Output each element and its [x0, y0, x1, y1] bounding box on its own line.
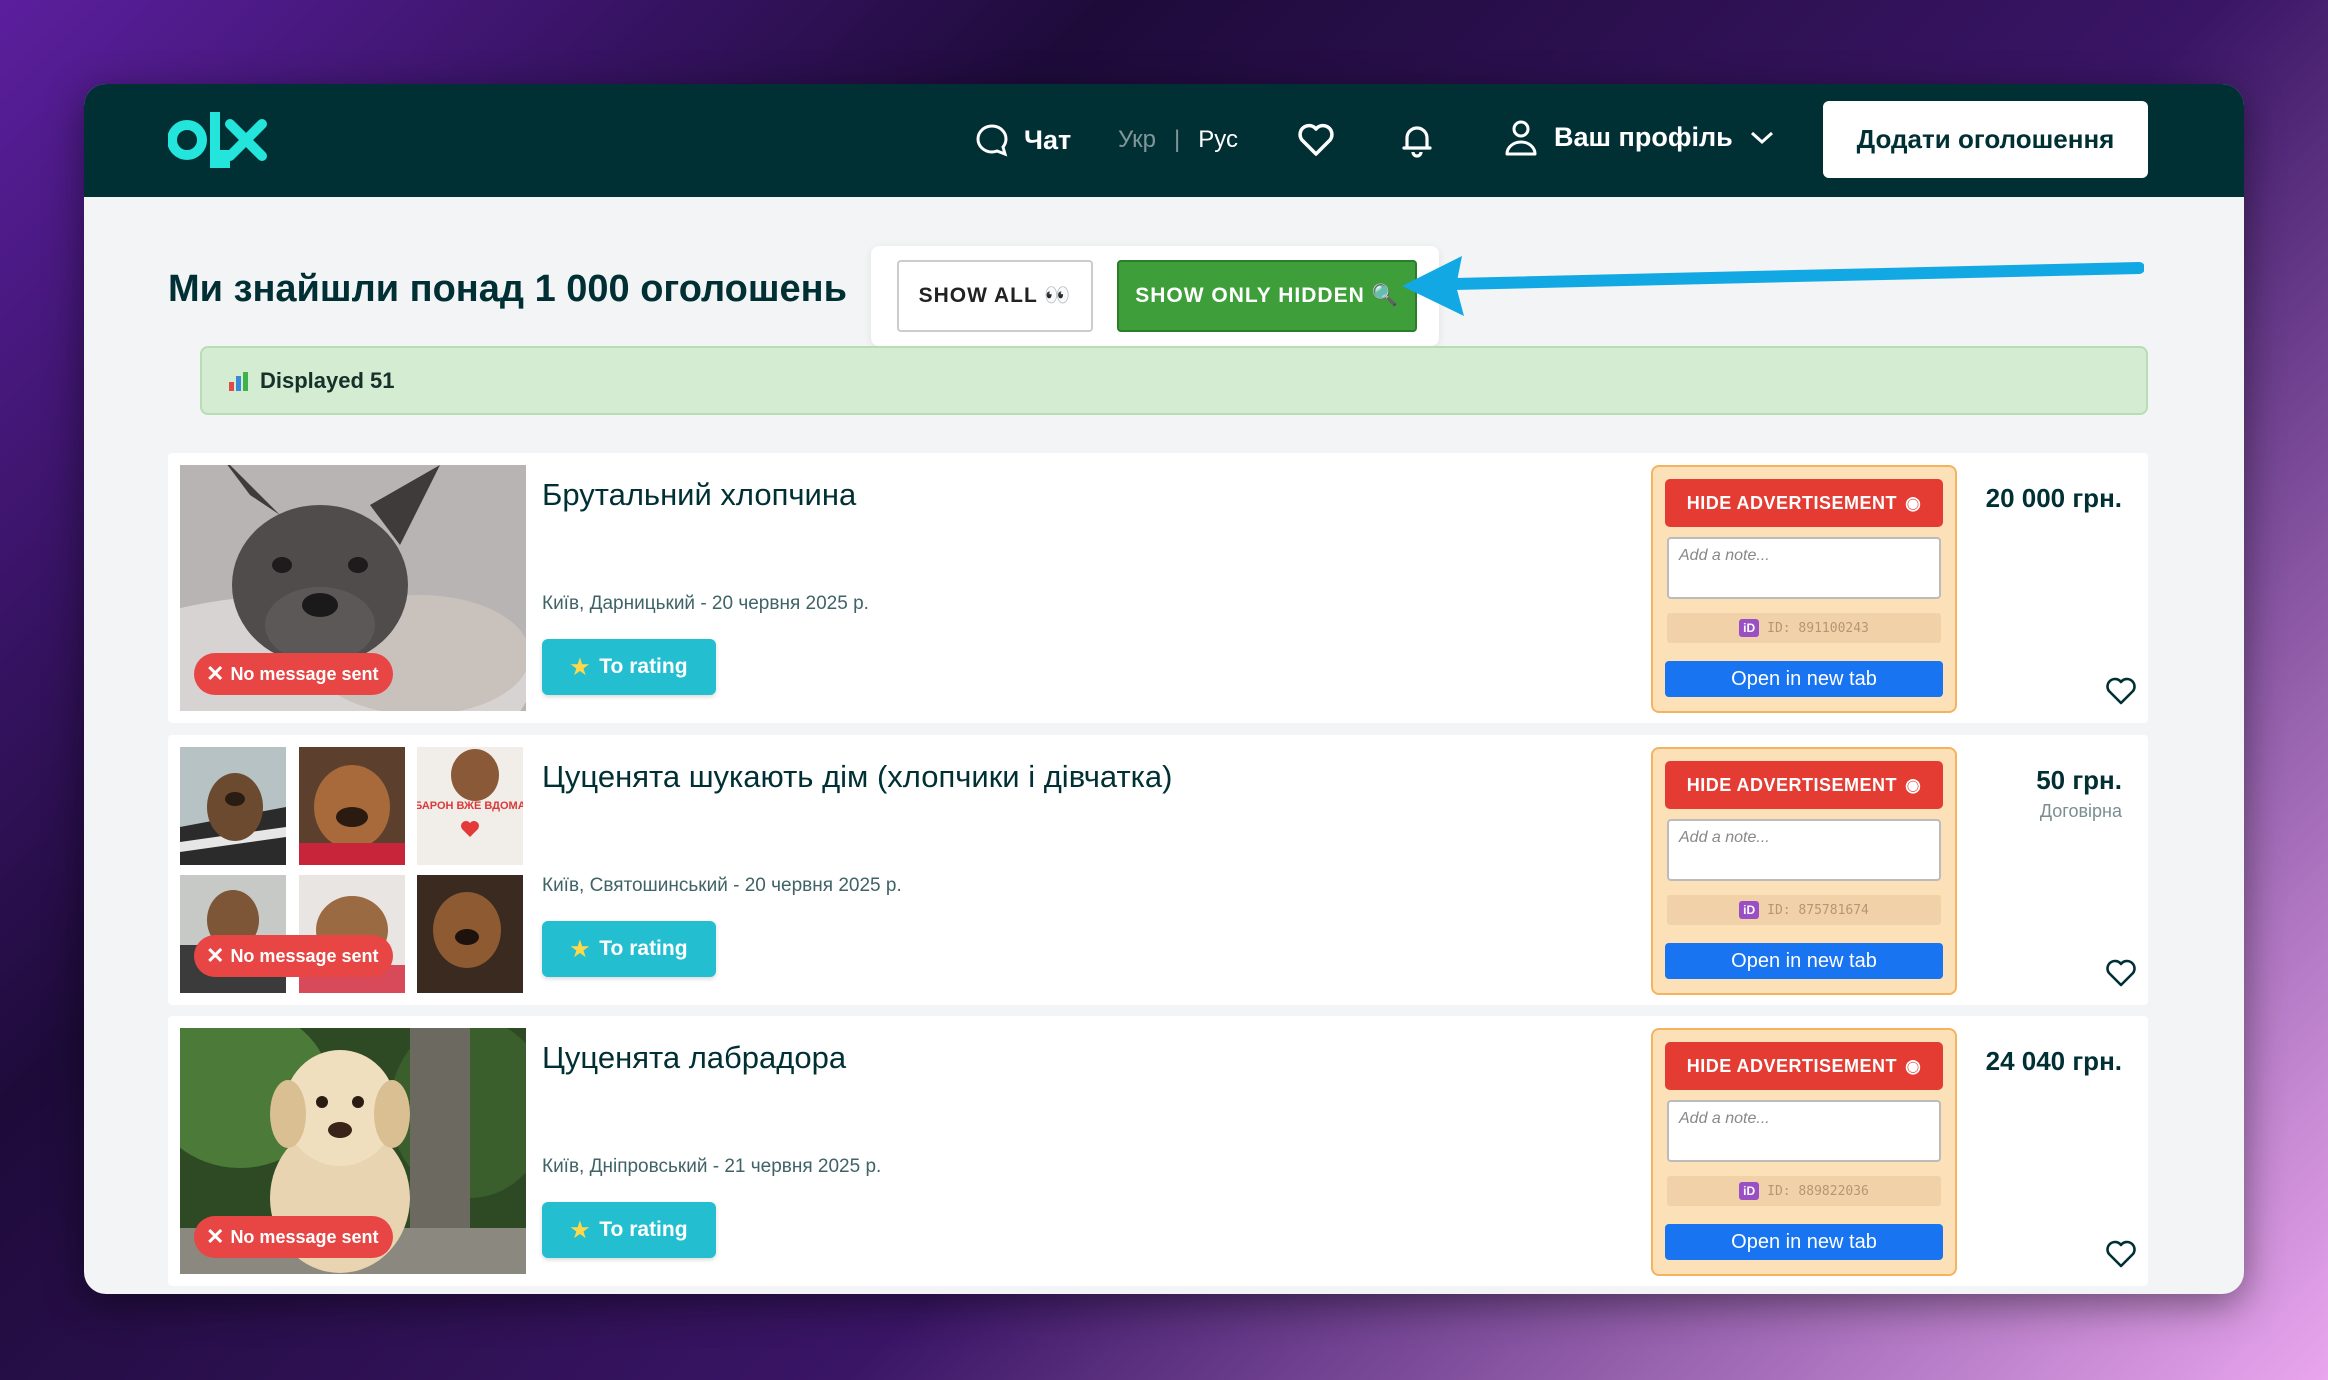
- to-rating-button[interactable]: ★ To rating: [542, 639, 716, 695]
- displayed-count: Displayed 51: [260, 367, 395, 393]
- photo-caption: БАРОН ВЖЕ ВДОМА: [417, 800, 523, 812]
- eye-icon: ◉: [1905, 492, 1922, 513]
- listing-card: ✕ No message sent Брутальний хлопчина Киї…: [168, 453, 2148, 723]
- no-message-badge: ✕ No message sent: [194, 935, 393, 977]
- bar-chart-icon: [229, 371, 248, 391]
- note-input[interactable]: Add a note...: [1667, 819, 1941, 881]
- chevron-down-icon: [1750, 131, 1773, 145]
- add-listing-button[interactable]: Додати оголошення: [1823, 101, 2148, 178]
- listing-card: ✕ No message sent Цуценята лабрадора Київ…: [168, 1016, 2148, 1286]
- cross-icon: ✕: [206, 943, 225, 968]
- open-in-new-tab-button[interactable]: Open in new tab: [1665, 1224, 1943, 1260]
- show-only-hidden-button[interactable]: SHOW ONLY HIDDEN 🔍: [1117, 260, 1417, 332]
- puppy-photo: БАРОН ВЖЕ ВДОМА: [417, 747, 526, 865]
- profile-menu[interactable]: Ваш профіль: [1504, 118, 1775, 156]
- show-all-button[interactable]: SHOW ALL 👀: [897, 260, 1093, 332]
- chat-bubble-icon: [976, 124, 1008, 157]
- price-negotiable: Договірна: [2039, 801, 2122, 821]
- open-in-new-tab-button[interactable]: Open in new tab: [1665, 661, 1943, 697]
- profile-label: Ваш профіль: [1554, 121, 1733, 152]
- listing-location-date: Київ, Дарницький - 20 червня 2025 р.: [542, 593, 869, 614]
- id-badge-icon: iD: [1739, 1182, 1760, 1200]
- extension-panel: HIDE ADVERTISEMENT ◉ Add a note... iD ID: …: [1651, 747, 1957, 995]
- extension-panel: HIDE ADVERTISEMENT ◉ Add a note... iD ID: …: [1651, 465, 1957, 713]
- filter-toggle-box: SHOW ALL 👀 SHOW ONLY HIDDEN 🔍: [871, 246, 1439, 346]
- listing-title[interactable]: Брутальний хлопчина: [542, 477, 856, 513]
- note-input[interactable]: Add a note...: [1667, 537, 1941, 599]
- no-message-badge: ✕ No message sent: [194, 653, 393, 695]
- eye-icon: ◉: [1905, 1055, 1922, 1076]
- id-badge-icon: iD: [1739, 901, 1760, 919]
- no-message-badge: ✕ No message sent: [194, 1216, 393, 1258]
- star-icon: ★: [570, 655, 590, 679]
- listing-price: 50 грн.: [2036, 765, 2122, 795]
- listing-id: iD ID: 889822036: [1667, 1176, 1941, 1206]
- browser-window: Чат Укр | Рус Ваш профіль Додати оголоше…: [84, 84, 2244, 1294]
- star-icon: ★: [570, 937, 590, 961]
- to-rating-button[interactable]: ★ To rating: [542, 1202, 716, 1258]
- puppy-photo: [417, 875, 526, 993]
- id-badge-icon: iD: [1739, 619, 1760, 637]
- annotation-arrow: [1402, 256, 2144, 316]
- displayed-count-bar: Displayed 51: [200, 346, 2148, 415]
- lang-rus[interactable]: Рус: [1198, 126, 1238, 154]
- listing-title[interactable]: Цуценята шукають дім (хлопчики і дівчатк…: [542, 759, 1173, 795]
- chat-label: Чат: [1024, 124, 1072, 155]
- star-icon: ★: [570, 1218, 590, 1242]
- puppy-photo: [180, 747, 289, 865]
- extension-panel: HIDE ADVERTISEMENT ◉ Add a note... iD ID: …: [1651, 1028, 1957, 1276]
- listing-card: БАРОН ВЖЕ ВДОМА ✕ No message sent Цуценят…: [168, 735, 2148, 1005]
- heart-icon[interactable]: [1296, 120, 1336, 160]
- chat-link[interactable]: Чат: [974, 122, 1071, 158]
- olx-logo[interactable]: [168, 110, 288, 170]
- lang-ukr[interactable]: Укр: [1118, 126, 1156, 154]
- cross-icon: ✕: [206, 661, 225, 686]
- lang-separator: |: [1174, 126, 1181, 153]
- listing-id: iD ID: 875781674: [1667, 895, 1941, 925]
- favorite-heart-icon[interactable]: [2105, 675, 2137, 707]
- to-rating-button[interactable]: ★ To rating: [542, 921, 716, 977]
- puppy-photo: [298, 747, 408, 865]
- hide-advertisement-button[interactable]: HIDE ADVERTISEMENT ◉: [1665, 761, 1943, 809]
- eye-icon: ◉: [1905, 774, 1922, 795]
- listing-location-date: Київ, Дніпровський - 21 червня 2025 р.: [542, 1156, 882, 1177]
- top-navbar: Чат Укр | Рус Ваш профіль Додати оголоше…: [84, 84, 2244, 197]
- listing-price: 20 000 грн.: [1985, 483, 2122, 513]
- favorite-heart-icon[interactable]: [2105, 1238, 2137, 1270]
- hide-advertisement-button[interactable]: HIDE ADVERTISEMENT ◉: [1665, 479, 1943, 527]
- cross-icon: ✕: [206, 1224, 225, 1249]
- results-title: Ми знайшли понад 1 000 оголошень: [168, 268, 847, 310]
- listing-location-date: Київ, Святошинський - 20 червня 2025 р.: [542, 875, 902, 896]
- listing-price: 24 040 грн.: [1985, 1046, 2122, 1076]
- listing-title[interactable]: Цуценята лабрадора: [542, 1040, 846, 1076]
- listing-id: iD ID: 891100243: [1667, 613, 1941, 643]
- user-icon: [1505, 120, 1537, 156]
- note-input[interactable]: Add a note...: [1667, 1100, 1941, 1162]
- bell-icon[interactable]: [1397, 120, 1437, 160]
- language-switch: Укр | Рус: [1118, 126, 1238, 154]
- favorite-heart-icon[interactable]: [2105, 957, 2137, 989]
- hide-advertisement-button[interactable]: HIDE ADVERTISEMENT ◉: [1665, 1042, 1943, 1090]
- open-in-new-tab-button[interactable]: Open in new tab: [1665, 943, 1943, 979]
